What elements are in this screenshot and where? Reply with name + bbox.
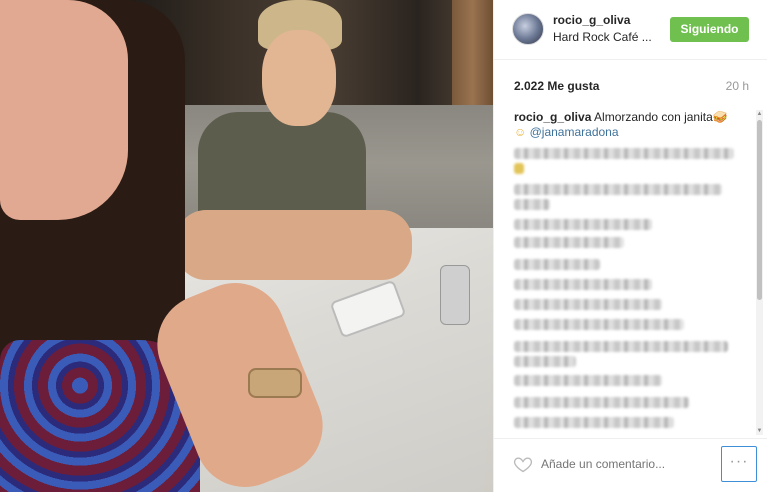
- blurred-comment: [514, 259, 600, 270]
- avatar[interactable]: [512, 13, 544, 45]
- scroll-thumb[interactable]: [757, 120, 762, 300]
- selfie-face: [0, 0, 128, 220]
- blurred-comment: [514, 199, 550, 210]
- blurred-comment: [514, 299, 662, 310]
- blurred-comment: [514, 397, 689, 408]
- caption: rocio_g_oliva Almorzando con janita🥪 ☺ @…: [514, 110, 744, 140]
- post-footer: ···: [494, 438, 767, 492]
- location-link[interactable]: Hard Rock Café ...: [553, 30, 652, 44]
- blurred-comment: [514, 279, 652, 290]
- scroll-up-arrow-icon[interactable]: ▲: [756, 110, 763, 118]
- blurred-comment: [514, 375, 662, 386]
- comments-scrollbar[interactable]: ▲ ▼: [756, 110, 763, 435]
- post-time[interactable]: 20 h: [726, 79, 749, 93]
- caption-text: Almorzando con janita🥪: [594, 110, 728, 124]
- post-sidebar: rocio_g_oliva Hard Rock Café ... Siguien…: [493, 0, 767, 492]
- username-link[interactable]: rocio_g_oliva: [553, 13, 630, 27]
- comments-list[interactable]: rocio_g_oliva Almorzando con janita🥪 ☺ @…: [494, 100, 756, 438]
- scroll-down-arrow-icon[interactable]: ▼: [756, 427, 763, 435]
- blurred-comment: [514, 356, 576, 367]
- more-options-icon[interactable]: ···: [721, 446, 757, 482]
- salt-shaker: [440, 265, 470, 325]
- caption-username[interactable]: rocio_g_oliva: [514, 110, 591, 124]
- blurred-comment: [514, 184, 722, 195]
- post-header: rocio_g_oliva Hard Rock Café ... Siguien…: [494, 0, 767, 60]
- post-photo[interactable]: [0, 0, 493, 492]
- post-stats: 2.022 Me gusta 20 h: [494, 60, 767, 96]
- likes-count[interactable]: 2.022 Me gusta: [514, 79, 599, 93]
- blurred-comment: [514, 319, 684, 330]
- blurred-comment: [514, 237, 624, 248]
- emoji-icon: ☺: [514, 125, 527, 139]
- wrist-watch: [248, 368, 302, 398]
- wood-frame: [452, 0, 493, 118]
- comment-input[interactable]: [541, 453, 711, 475]
- blurred-comment: [514, 148, 734, 159]
- friend-face: [262, 30, 336, 126]
- blurred-comment: [514, 417, 674, 428]
- blurred-comment: [514, 163, 524, 174]
- blurred-comment: [514, 219, 652, 230]
- blurred-comment: [514, 341, 728, 352]
- heart-icon[interactable]: [513, 454, 533, 474]
- friend-arms: [176, 210, 412, 280]
- following-button[interactable]: Siguiendo: [670, 17, 749, 42]
- caption-mention[interactable]: @janamaradona: [530, 125, 619, 139]
